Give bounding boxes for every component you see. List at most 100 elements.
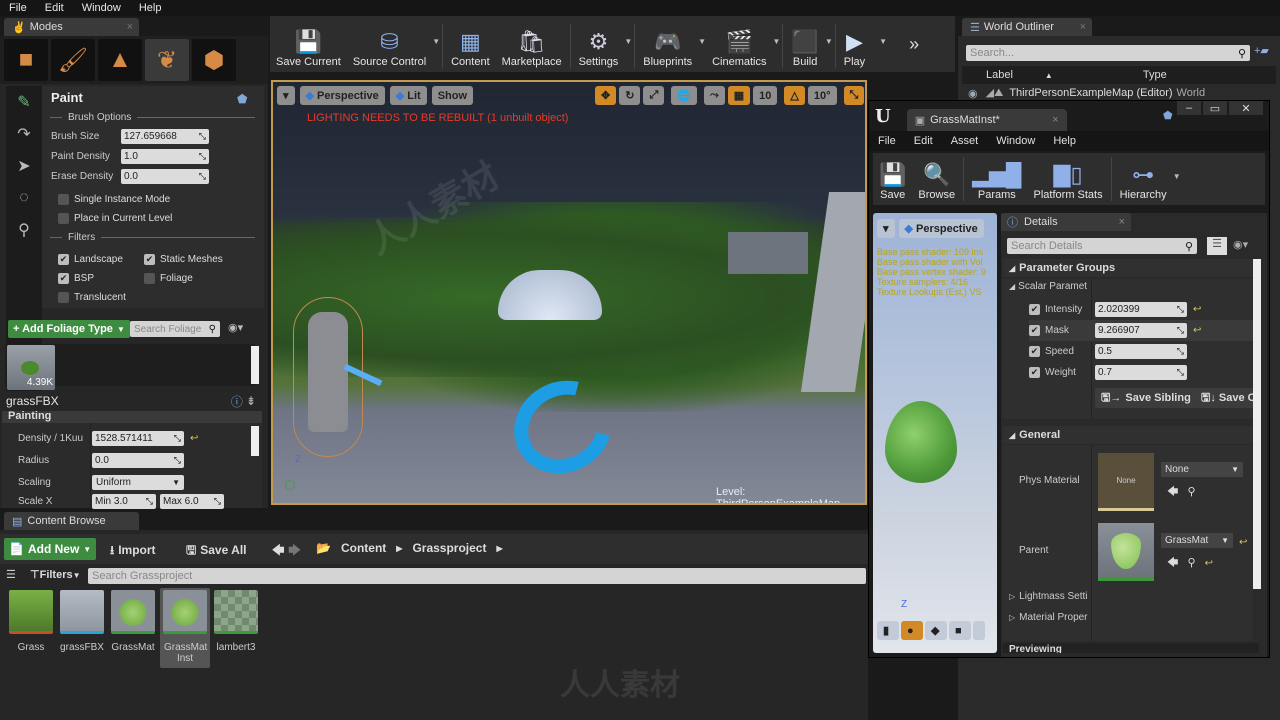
- search-foliage-input[interactable]: Search Foliage ⚲: [130, 321, 220, 337]
- surface-snap-icon[interactable]: ⤳: [703, 86, 725, 105]
- breadcrumb-separator-icon[interactable]: ▶: [496, 544, 502, 553]
- reset-mask-icon[interactable]: ↩: [1193, 325, 1201, 336]
- reset-parent-icon[interactable]: ↩: [1239, 537, 1247, 548]
- content-search-input[interactable]: Search Grassproject: [88, 568, 866, 584]
- settings-dropdown[interactable]: ▼: [624, 37, 632, 46]
- blueprints-dropdown[interactable]: ▼: [698, 37, 706, 46]
- speed-checkbox[interactable]: ✔: [1029, 346, 1040, 357]
- editor-menu-asset[interactable]: Asset: [942, 135, 988, 147]
- close-icon[interactable]: ×: [1119, 216, 1125, 228]
- world-local-icon[interactable]: 🌐: [671, 86, 697, 105]
- details-scrollbar[interactable]: [251, 426, 259, 456]
- play-button[interactable]: ▶ Play: [838, 18, 871, 72]
- source-control-button[interactable]: ⛁ Source Control: [347, 18, 432, 72]
- add-foliage-type-button[interactable]: + Add Foliage Type ▼: [8, 320, 130, 338]
- outliner-row[interactable]: ◉ ◢⛰ ThirdPersonExampleMap (Editor) Worl…: [962, 85, 1276, 101]
- maximize-button[interactable]: ▭: [1203, 101, 1227, 115]
- reapply-tool-icon[interactable]: ↷: [6, 118, 42, 150]
- scale-icon[interactable]: ⤢: [643, 86, 665, 105]
- character-mannequin[interactable]: [308, 312, 348, 432]
- save-all-button[interactable]: 🖫 Save All: [186, 541, 246, 562]
- lightmass-settings-section[interactable]: ▷ Lightmass Setti: [1009, 591, 1088, 602]
- toolbar-overflow-icon[interactable]: »: [909, 34, 919, 55]
- blueprints-button[interactable]: 🎮 Blueprints: [637, 18, 698, 72]
- weight-checkbox[interactable]: ✔: [1029, 367, 1040, 378]
- filters-button[interactable]: ⊤Filters▼: [30, 568, 81, 581]
- rotate-icon[interactable]: ↻: [619, 86, 641, 105]
- filter-landscape-checkbox[interactable]: ✔ Landscape: [58, 250, 123, 269]
- grassmatinst-tab[interactable]: ▣ GrassMatInst* ×: [906, 109, 1067, 131]
- save-button[interactable]: 💾 Save: [873, 155, 912, 205]
- build-button[interactable]: ⬛ Build: [785, 18, 824, 72]
- info-icon[interactable]: ⓘ: [231, 393, 243, 410]
- property-matrix-icon[interactable]: ☰: [1207, 237, 1227, 255]
- mask-checkbox[interactable]: ✔: [1029, 325, 1040, 336]
- paint-mode-icon[interactable]: 🖌: [51, 39, 95, 81]
- parameter-groups-header[interactable]: ◢ Parameter Groups: [1003, 259, 1253, 277]
- cinematics-dropdown[interactable]: ▼: [772, 37, 780, 46]
- build-dropdown[interactable]: ▼: [825, 37, 833, 46]
- grid-snap-icon[interactable]: ▦: [727, 86, 751, 105]
- world-outliner-tab[interactable]: ☰ World Outliner ×: [962, 18, 1092, 36]
- phys-material-dropdown[interactable]: None ▼: [1161, 462, 1243, 477]
- cube-shape-icon[interactable]: ■: [949, 621, 971, 640]
- forward-arrow-icon[interactable]: 🡆: [288, 543, 300, 557]
- scalar-params-header[interactable]: ◢ Scalar Paramet: [1009, 281, 1087, 292]
- settings-button[interactable]: ⚙ Settings: [573, 18, 625, 72]
- editor-title-bar[interactable]: U ▣ GrassMatInst* × ⬟ – ▭ ✕: [869, 101, 1269, 131]
- preview-options-button[interactable]: ▾: [877, 219, 895, 238]
- menu-edit[interactable]: Edit: [36, 2, 73, 14]
- preview-perspective-button[interactable]: ◆ Perspective: [898, 219, 984, 238]
- menu-file[interactable]: File: [0, 2, 36, 14]
- editor-settings-icon[interactable]: ⬟: [1163, 109, 1173, 122]
- editor-menu-window[interactable]: Window: [987, 135, 1044, 147]
- minimize-button[interactable]: –: [1177, 101, 1201, 115]
- cinematics-button[interactable]: 🎬 Cinematics: [706, 18, 772, 72]
- visibility-eye-icon[interactable]: ◉▾: [228, 321, 243, 334]
- visibility-eye-icon[interactable]: ◉: [968, 87, 978, 100]
- place-mode-icon[interactable]: ■: [4, 39, 48, 81]
- asset-grass[interactable]: Grass: [8, 590, 54, 653]
- translate-icon[interactable]: ✥: [595, 86, 617, 105]
- geometry-mode-icon[interactable]: ⬢: [192, 39, 236, 81]
- intensity-checkbox[interactable]: ✔: [1029, 304, 1040, 315]
- radius-input[interactable]: 0.0: [92, 452, 184, 468]
- editor-menu-file[interactable]: File: [869, 135, 905, 147]
- save-child-button[interactable]: 🖫↓ Save C: [1197, 388, 1253, 408]
- parent-material-thumbnail[interactable]: [1098, 523, 1154, 581]
- asset-grassmat-inst[interactable]: GrassMat Inst: [160, 588, 210, 668]
- col-label-header[interactable]: Label: [986, 69, 1013, 81]
- weight-input[interactable]: 0.7: [1095, 365, 1187, 380]
- general-header[interactable]: ◢ General: [1003, 426, 1253, 444]
- density-input[interactable]: 1528.571411: [92, 430, 184, 446]
- close-icon[interactable]: ×: [127, 21, 133, 33]
- modes-tab[interactable]: ✌ Modes ×: [4, 18, 139, 36]
- outliner-search-input[interactable]: Search... ⚲: [966, 45, 1250, 61]
- landscape-mode-icon[interactable]: ▲: [98, 39, 142, 81]
- viewport-options-button[interactable]: ▾: [277, 86, 295, 105]
- breadcrumb-grassproject[interactable]: Grassproject: [412, 541, 486, 555]
- parent-dropdown[interactable]: GrassMat ▼: [1161, 533, 1233, 548]
- back-arrow-icon[interactable]: 🡄: [272, 543, 284, 557]
- scale-x-max-input[interactable]: Max 6.0: [160, 493, 224, 509]
- speed-input[interactable]: 0.5: [1095, 344, 1187, 359]
- content-button[interactable]: ▦ Content: [445, 18, 496, 72]
- material-properties-section[interactable]: ▷ Material Proper: [1009, 612, 1088, 623]
- visibility-eye-icon[interactable]: ◉▾: [1233, 238, 1248, 251]
- params-button[interactable]: ▂▅█ Params: [966, 155, 1027, 205]
- browse-asset-icon[interactable]: ⚲: [1187, 486, 1195, 498]
- fill-tool-icon[interactable]: ⚲: [6, 214, 42, 246]
- menu-help[interactable]: Help: [130, 2, 171, 14]
- paint-settings-icon[interactable]: ⬟: [237, 92, 247, 106]
- foliage-scrollbar[interactable]: [251, 346, 259, 384]
- filter-translucent-checkbox[interactable]: Translucent: [58, 288, 126, 307]
- import-button[interactable]: ⭳ Import: [110, 541, 156, 562]
- scaling-dropdown[interactable]: Uniform ▼: [92, 474, 184, 490]
- material-preview-viewport[interactable]: ▾ ◆ Perspective Base pass shader: 109 ins…: [873, 213, 997, 653]
- paint-density-input[interactable]: 1.0: [121, 148, 209, 164]
- brush-size-input[interactable]: 127.659668: [121, 128, 209, 144]
- close-icon[interactable]: ×: [1052, 114, 1058, 126]
- level-viewport[interactable]: ▾ ◆ Perspective ◆ Lit Show ✥ ↻ ⤢ 🌐 ⤳ ▦ 10 …: [271, 80, 867, 505]
- hierarchy-button[interactable]: ⊶ Hierarchy: [1114, 155, 1173, 205]
- editor-menu-edit[interactable]: Edit: [905, 135, 942, 147]
